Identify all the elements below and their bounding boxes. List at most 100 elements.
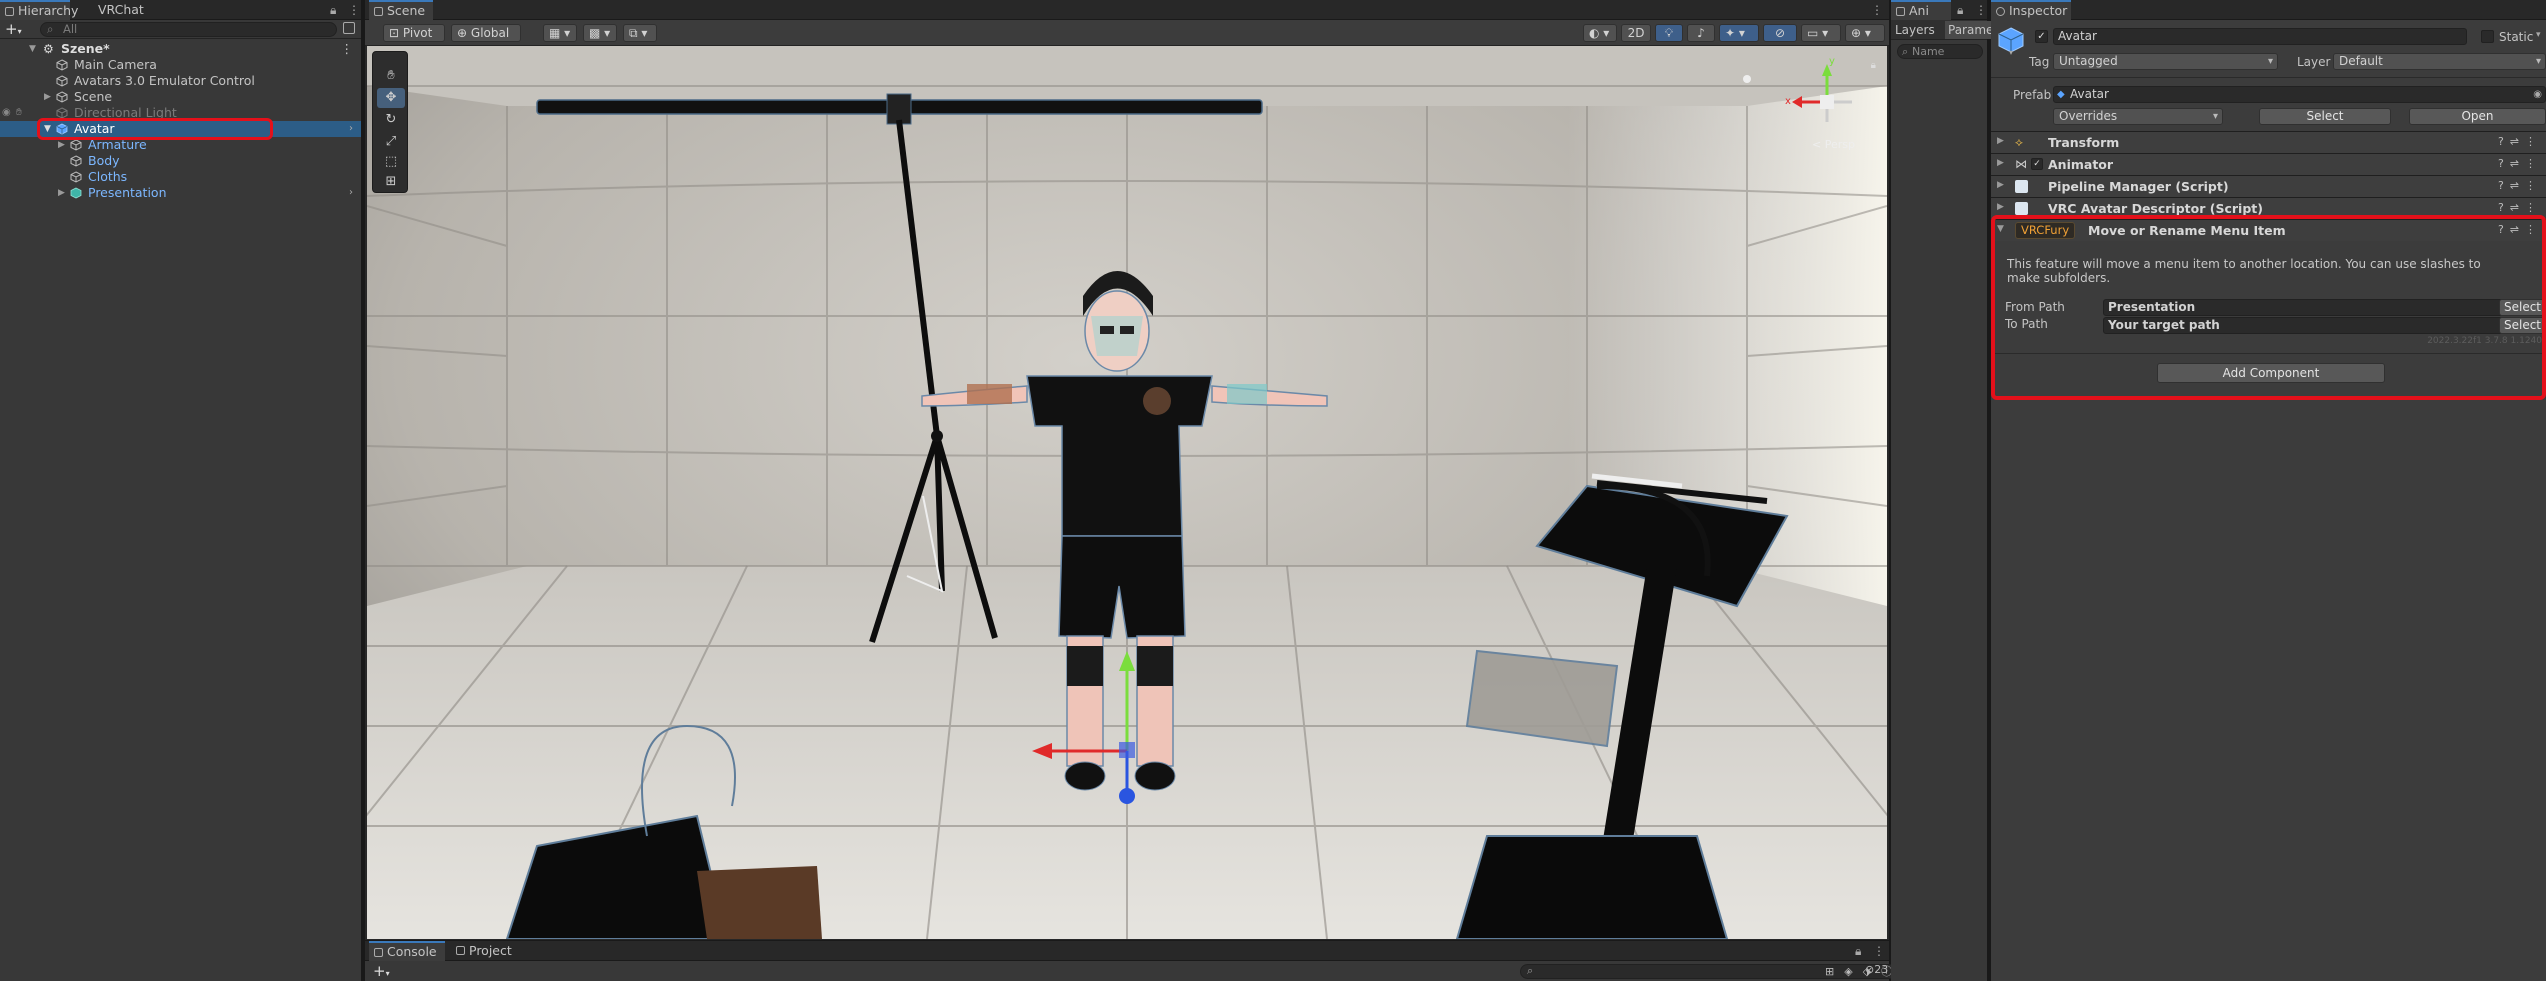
scene-visibility-toggle[interactable]: ⊘ [1763,24,1797,42]
toggle-2d-button[interactable]: 2D [1621,24,1651,42]
list-item[interactable]: ▶ Armature [0,137,361,153]
expand-arrow-icon[interactable]: ▶ [44,89,51,105]
collapse-arrow-icon[interactable]: ▼ [44,121,51,137]
help-icon[interactable]: ? [2498,157,2510,170]
component-vrc-avatar-descriptor[interactable]: ▶ VRC Avatar Descriptor (Script) ?⇌⋮ [1991,197,2546,219]
preset-icon[interactable]: ⇌ [2510,201,2525,214]
lock-icon[interactable]: 🔒︎ [1957,2,1963,18]
expand-arrow-icon[interactable]: ▶ [1997,158,2004,168]
list-item[interactable]: ▼ ⚙︎ Szene* ⋮ [0,41,361,57]
list-item[interactable]: ◉ ✋︎ Directional Light [0,105,361,121]
global-dropdown[interactable]: ⊕ Global ▾ [451,24,521,56]
grid-snapping-dropdown[interactable]: ▦ ▾ [543,24,577,42]
list-item[interactable]: Cloths [0,169,361,185]
add-button[interactable]: +▾ [5,20,22,41]
chevron-right-icon[interactable]: › [349,185,353,201]
add-component-button[interactable]: Add Component [2157,363,2385,383]
collapse-arrow-icon[interactable]: ▼ [1997,224,2004,234]
tab-hierarchy[interactable]: Hierarchy [0,0,78,20]
layer-dropdown[interactable]: Default [2333,53,2546,70]
parameter-search-input[interactable]: ⌕ Name [1897,44,1983,59]
grid-increment-dropdown[interactable]: ▩ ▾ [583,24,617,42]
overrides-dropdown[interactable]: Overrides [2053,108,2223,125]
component-animator[interactable]: ▶ ⋈ ✓ Animator ?⇌⋮ [1991,153,2546,175]
collapse-arrow-icon[interactable]: ▼ [29,41,36,57]
tab-console[interactable]: Console [369,941,445,961]
kebab-menu-icon[interactable]: ⋮ [1871,2,1883,18]
rotate-tool-icon[interactable]: ↻ [377,110,405,130]
object-name-field[interactable]: Avatar [2053,28,2467,45]
expand-arrow-icon[interactable]: ▶ [1997,202,2004,212]
list-item[interactable]: ▶ Scene [0,89,361,105]
rect-tool-icon[interactable]: ⬚ [377,152,405,172]
tab-scene[interactable]: Scene [369,0,433,20]
static-checkbox[interactable] [2481,30,2494,43]
active-checkbox[interactable]: ✓ [2035,30,2048,43]
kebab-menu-icon[interactable]: ⋮ [2525,179,2542,192]
tab-parameters[interactable]: Parame [1945,21,1997,39]
move-tool-icon[interactable]: ✥ [377,88,405,108]
component-transform[interactable]: ▶ ⟡ Transform ?⇌⋮ [1991,131,2546,153]
help-icon[interactable]: ? [2498,201,2510,214]
kebab-menu-icon[interactable]: ⋮ [2525,223,2542,236]
expand-arrow-icon[interactable]: ▶ [1997,136,2004,146]
help-icon[interactable]: ? [2498,179,2510,192]
camera-settings-dropdown[interactable]: ▭ ▾ [1801,24,1841,42]
search-input[interactable]: ⌕ All [40,22,337,37]
pivot-dropdown[interactable]: ⊡ Pivot ▾ [383,24,445,56]
snap-settings-dropdown[interactable]: ⧉ ▾ [623,24,657,42]
enabled-checkbox[interactable]: ✓ [2031,158,2043,170]
tab-inspector[interactable]: Inspector [1991,0,2071,20]
scale-tool-icon[interactable]: ⤢ [377,132,405,152]
tag-dropdown[interactable]: Untagged [2053,53,2278,70]
preset-icon[interactable]: ⇌ [2510,135,2525,148]
hand-tool-icon[interactable]: ✋︎ [377,66,405,86]
add-button[interactable]: +▾ [373,962,390,981]
preset-icon[interactable]: ⇌ [2510,179,2525,192]
filter-type-icon[interactable]: ⊞ [1825,965,1844,978]
chevron-right-icon[interactable]: › [349,121,353,137]
object-picker-icon[interactable]: ◉ [2533,87,2542,102]
draw-mode-dropdown[interactable]: ◐ ▾ [1583,24,1617,42]
kebab-menu-icon[interactable]: ⋮ [348,2,360,18]
open-prefab-button[interactable]: Open [2409,108,2546,125]
select-to-path-button[interactable]: Select [2499,317,2546,334]
chevron-down-icon[interactable]: ▾ [2009,48,2013,57]
expand-arrow-icon[interactable]: ▶ [58,137,65,153]
kebab-menu-icon[interactable]: ⋮ [2525,201,2542,214]
kebab-menu-icon[interactable]: ⋮ [1975,2,1987,18]
component-vrcfury[interactable]: ▼ VRCFury Move or Rename Menu Item ?⇌⋮ [1991,219,2546,241]
perspective-toggle[interactable]: < Persp [1812,138,1855,151]
scene-visibility-icon[interactable] [343,22,355,34]
list-item[interactable]: Body [0,153,361,169]
tab-project[interactable]: Project [451,941,521,961]
transform-tool-icon[interactable]: ⊞ [377,172,405,192]
tab-animator[interactable]: Ani [1891,0,1951,20]
list-item[interactable]: Avatars 3.0 Emulator Control [0,73,361,89]
lock-icon[interactable]: 🔒︎ [1871,60,1876,71]
component-pipeline-manager[interactable]: ▶ Pipeline Manager (Script) ?⇌⋮ [1991,175,2546,197]
list-item-avatar[interactable]: ▼ Avatar › [0,121,361,137]
tab-vrchat-sdk[interactable]: VRChat SDK [80,0,180,37]
list-item[interactable]: ▶ Presentation › [0,185,361,201]
to-path-field[interactable]: Your target path [2103,317,2503,334]
kebab-menu-icon[interactable]: ⋮ [341,41,354,57]
scene-viewport[interactable]: ✋︎ ✥ ↻ ⤢ ⬚ ⊞ x y < Persp 🔒︎ [367,46,1887,939]
select-from-path-button[interactable]: Select [2499,299,2546,316]
from-path-field[interactable]: Presentation [2103,299,2503,316]
select-prefab-button[interactable]: Select [2259,108,2391,125]
lock-icon[interactable]: 🔒︎ [330,2,336,18]
expand-arrow-icon[interactable]: ▶ [58,185,65,201]
effects-dropdown[interactable]: ✦ ▾ [1719,24,1759,42]
label-icon[interactable]: ◈ [1844,965,1862,978]
pickable-hand-icon[interactable]: ✋︎ [16,105,22,121]
kebab-menu-icon[interactable]: ⋮ [2525,157,2542,170]
list-item[interactable]: Main Camera [0,57,361,73]
expand-arrow-icon[interactable]: ▶ [1997,180,2004,190]
tab-layers[interactable]: Layers [1895,23,1935,37]
preset-icon[interactable]: ⇌ [2510,223,2525,236]
prefab-asset-field[interactable]: ◆ Avatar ◉ [2053,86,2546,103]
kebab-menu-icon[interactable]: ⋮ [2525,135,2542,148]
visibility-eye-icon[interactable]: ◉ [2,105,11,121]
help-icon[interactable]: ? [2498,135,2510,148]
